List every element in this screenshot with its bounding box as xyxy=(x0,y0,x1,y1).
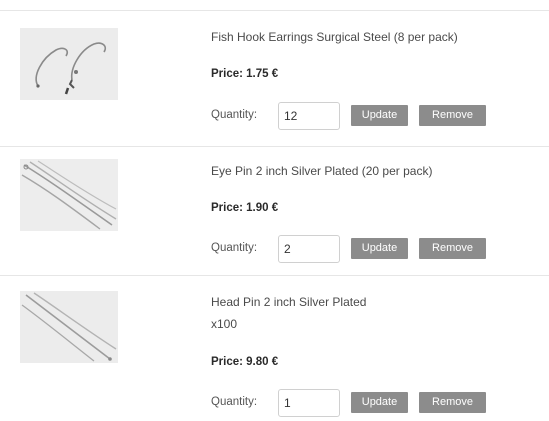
cart-item: Fish Hook Earrings Surgical Steel (8 per… xyxy=(0,11,549,146)
product-image[interactable] xyxy=(20,28,118,100)
product-image[interactable] xyxy=(20,159,118,231)
fish-hook-earring-icon xyxy=(20,28,118,100)
quantity-input[interactable] xyxy=(278,235,340,263)
product-title-line2: x100 xyxy=(211,317,238,331)
quantity-row: Quantity: Update Remove xyxy=(211,234,511,264)
quantity-row: Quantity: Update Remove xyxy=(211,101,511,131)
cart-item: Head Pin 2 inch Silver Plated x100 Price… xyxy=(0,276,549,421)
quantity-label: Quantity: xyxy=(211,242,258,254)
quantity-label: Quantity: xyxy=(211,396,258,408)
update-button[interactable]: Update xyxy=(351,392,408,413)
cart-item: Eye Pin 2 inch Silver Plated (20 per pac… xyxy=(0,147,549,275)
product-title[interactable]: Eye Pin 2 inch Silver Plated (20 per pac… xyxy=(211,161,432,181)
product-price: Price: 1.75 € xyxy=(211,68,279,80)
quantity-input[interactable] xyxy=(278,102,340,130)
product-price: Price: 1.90 € xyxy=(211,202,279,214)
eye-pin-icon xyxy=(20,159,118,231)
cart-list: Fish Hook Earrings Surgical Steel (8 per… xyxy=(0,0,549,421)
quantity-label: Quantity: xyxy=(211,109,258,121)
quantity-input[interactable] xyxy=(278,389,340,417)
remove-button[interactable]: Remove xyxy=(419,238,486,259)
head-pin-icon xyxy=(20,291,118,363)
remove-button[interactable]: Remove xyxy=(419,392,486,413)
remove-button[interactable]: Remove xyxy=(419,105,486,126)
product-title[interactable]: Fish Hook Earrings Surgical Steel (8 per… xyxy=(211,27,458,47)
update-button[interactable]: Update xyxy=(351,105,408,126)
product-price: Price: 9.80 € xyxy=(211,356,279,368)
update-button[interactable]: Update xyxy=(351,238,408,259)
product-image[interactable] xyxy=(20,291,118,363)
product-title[interactable]: Head Pin 2 inch Silver Plated xyxy=(211,292,366,312)
quantity-row: Quantity: Update Remove xyxy=(211,388,511,418)
